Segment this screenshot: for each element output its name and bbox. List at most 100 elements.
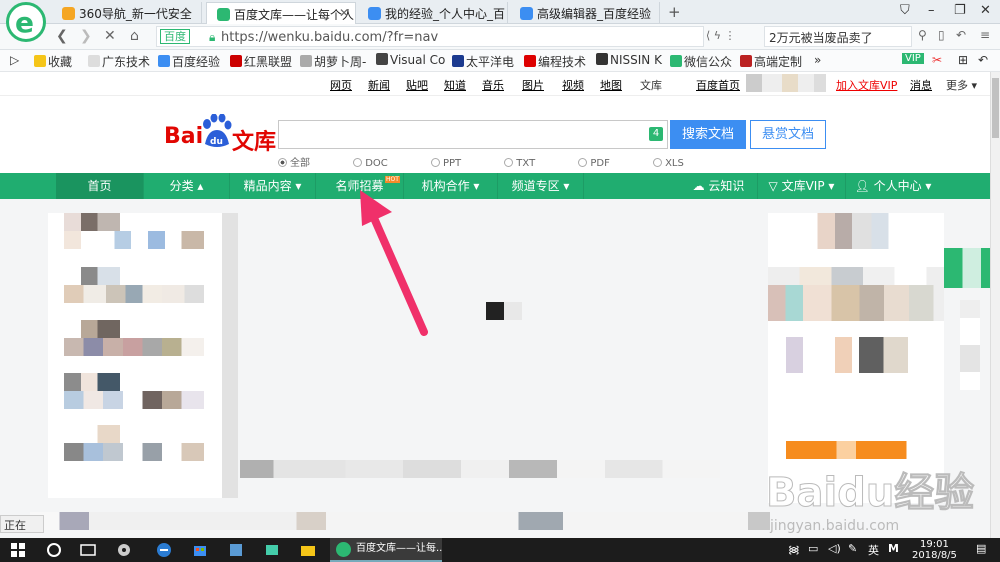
menu-personal-center[interactable]: 👤︎ 个人中心 ▾ xyxy=(846,173,940,199)
ime-mode-indicator[interactable]: M xyxy=(888,542,899,555)
search-circle-icon[interactable] xyxy=(46,542,62,558)
clock-time: 19:01 xyxy=(920,539,949,550)
share-icon[interactable]: ⟨ ϟ ⋮ xyxy=(706,29,736,42)
undo-icon[interactable]: ↶ xyxy=(978,53,988,67)
nav-web[interactable]: 网页 xyxy=(330,77,352,93)
wifi-icon[interactable]: ᯼ xyxy=(788,542,800,557)
shirt-icon[interactable]: ⛉ xyxy=(900,3,910,18)
baidu-badge[interactable]: 百度 xyxy=(160,29,190,44)
category-dropdown-panel[interactable] xyxy=(48,213,238,498)
doc-search-input[interactable]: 4 xyxy=(278,120,668,149)
vip-badge[interactable]: VIP xyxy=(902,53,924,64)
bookmarks-toggle-icon[interactable]: ▷ xyxy=(10,53,19,67)
side-float-tools[interactable] xyxy=(960,300,980,390)
back-icon[interactable]: ❮ xyxy=(56,28,68,44)
filter-doc[interactable]: DOC xyxy=(353,158,408,169)
bookmark-item[interactable]: 收藏 xyxy=(34,53,72,70)
bookmark-item[interactable]: 太平洋电 xyxy=(452,53,514,70)
nav-images[interactable]: 图片 xyxy=(522,77,544,93)
more-bookmarks-icon[interactable]: » xyxy=(814,53,821,67)
home-icon[interactable]: ⌂ xyxy=(130,28,139,44)
bookmark-item[interactable]: Visual Co xyxy=(376,53,445,67)
bookmark-item[interactable]: 广东技术 xyxy=(88,53,150,70)
scissors-icon[interactable]: ✂ xyxy=(932,53,942,67)
search-docs-button[interactable]: 搜索文档 xyxy=(670,120,746,149)
lock-icon[interactable]: 🔒︎ xyxy=(209,30,215,45)
taskbar-browser-app[interactable]: 百度文库——让每... xyxy=(330,538,442,562)
nav-music[interactable]: 音乐 xyxy=(482,77,504,93)
filter-ppt[interactable]: PPT xyxy=(430,158,481,169)
bookmark-item[interactable]: 微信公众 xyxy=(670,53,732,70)
bookmark-item[interactable]: 胡萝卜周- xyxy=(300,53,366,70)
tab-strip: 360导航_新一代安全 百度文库——让每个人 ✕ 我的经验_个人中心_百 高级编… xyxy=(0,0,1000,24)
battery-icon[interactable]: ▭ xyxy=(808,542,818,555)
join-vip-link[interactable]: 加入文库VIP xyxy=(836,77,897,93)
volume-icon[interactable]: ◁) xyxy=(828,542,841,555)
undo-icon[interactable]: ↶ xyxy=(956,28,966,42)
new-tab-button[interactable]: + xyxy=(668,3,681,21)
tab-editor[interactable]: 高级编辑器_百度经验 xyxy=(510,2,660,24)
nav-video[interactable]: 视频 xyxy=(562,77,584,93)
nav-tieba[interactable]: 贴吧 xyxy=(406,77,428,93)
menu-cloud-knowledge[interactable]: ☁ 云知识 xyxy=(680,173,758,199)
bookmark-item[interactable]: 编程技术 xyxy=(524,53,586,70)
nav-zhidao[interactable]: 知道 xyxy=(444,77,466,93)
filter-xls[interactable]: XLS xyxy=(653,158,704,169)
search-icon[interactable]: ⚲ xyxy=(918,28,927,42)
panel-scrollbar[interactable] xyxy=(222,213,238,498)
folder-icon[interactable] xyxy=(300,542,316,558)
url-text[interactable]: https://wenku.baidu.com/?fr=nav xyxy=(221,30,438,45)
menu-home[interactable]: 首页 xyxy=(56,173,144,199)
nav-baidu-home[interactable]: 百度首页 xyxy=(696,77,740,93)
menu-wenku-vip[interactable]: ▽ 文库VIP ▾ xyxy=(758,173,846,199)
bookmark-item[interactable]: 红黑联盟 xyxy=(230,53,292,70)
nav-news[interactable]: 新闻 xyxy=(368,77,390,93)
clock[interactable]: 19:01 2018/8/5 xyxy=(912,539,957,561)
filter-all[interactable]: 全部 xyxy=(278,158,330,169)
close-window-icon[interactable]: ✕ xyxy=(980,3,991,18)
bookmark-item[interactable]: 百度经验 xyxy=(158,53,220,70)
filter-txt[interactable]: TXT xyxy=(504,158,555,169)
search-input[interactable]: 2万元被当废品卖了 xyxy=(764,26,912,47)
task-view-icon[interactable] xyxy=(80,542,96,558)
minimize-icon[interactable]: – xyxy=(928,3,935,18)
more-menu[interactable]: 更多 ▾ xyxy=(946,77,977,93)
app-icon[interactable] xyxy=(228,542,244,558)
menu-channels[interactable]: 频道专区 ▾ xyxy=(498,173,584,199)
url-input[interactable]: 百度 🔒︎ https://wenku.baidu.com/?fr=nav xyxy=(156,26,704,47)
notification-icon[interactable]: ▤ xyxy=(976,542,986,555)
tab-360-nav[interactable]: 360导航_新一代安全 xyxy=(52,2,202,24)
fan-icon[interactable] xyxy=(116,542,132,558)
tab-wenku[interactable]: 百度文库——让每个人 ✕ xyxy=(206,2,356,24)
phone-icon[interactable]: ▯ xyxy=(938,28,945,42)
pixel-block xyxy=(30,512,770,530)
menu-category[interactable]: 分类 ▴ xyxy=(144,173,230,199)
side-float-button[interactable] xyxy=(944,248,990,288)
ime-indicator[interactable]: 英 xyxy=(868,542,879,558)
more-label: 更多 xyxy=(946,79,968,92)
bookmark-item[interactable]: 高端定制 xyxy=(740,53,802,70)
scrollbar-thumb[interactable] xyxy=(992,78,999,138)
messages-link[interactable]: 消息 xyxy=(910,77,932,93)
windows-start-icon[interactable] xyxy=(10,542,26,558)
bookmark-item[interactable]: NISSIN K xyxy=(596,53,662,67)
edge-icon[interactable] xyxy=(156,542,172,558)
reward-docs-button[interactable]: 悬赏文档 xyxy=(750,120,826,149)
grid-icon[interactable]: ⊞ xyxy=(958,53,968,67)
tab-jingyan[interactable]: 我的经验_个人中心_百 xyxy=(358,2,508,24)
menu-premium[interactable]: 精品内容 ▾ xyxy=(230,173,316,199)
restore-icon[interactable]: ❐ xyxy=(954,3,966,18)
close-icon[interactable]: ✕ xyxy=(339,6,349,20)
filter-pdf[interactable]: PDF xyxy=(578,158,629,169)
nav-map[interactable]: 地图 xyxy=(600,77,622,93)
pen-icon[interactable]: ✎ xyxy=(848,542,857,555)
app-icon[interactable] xyxy=(264,542,280,558)
browser-logo[interactable]: e xyxy=(6,2,46,42)
menu-icon[interactable]: ≡ xyxy=(980,28,990,42)
user-avatar-pixelated[interactable] xyxy=(746,74,826,92)
stop-icon[interactable]: ✕ xyxy=(104,28,116,44)
page-scrollbar[interactable] xyxy=(990,72,1000,538)
bookmark-label: 红黑联盟 xyxy=(244,55,293,69)
store-icon[interactable] xyxy=(192,542,208,558)
forward-icon[interactable]: ❯ xyxy=(80,28,92,44)
